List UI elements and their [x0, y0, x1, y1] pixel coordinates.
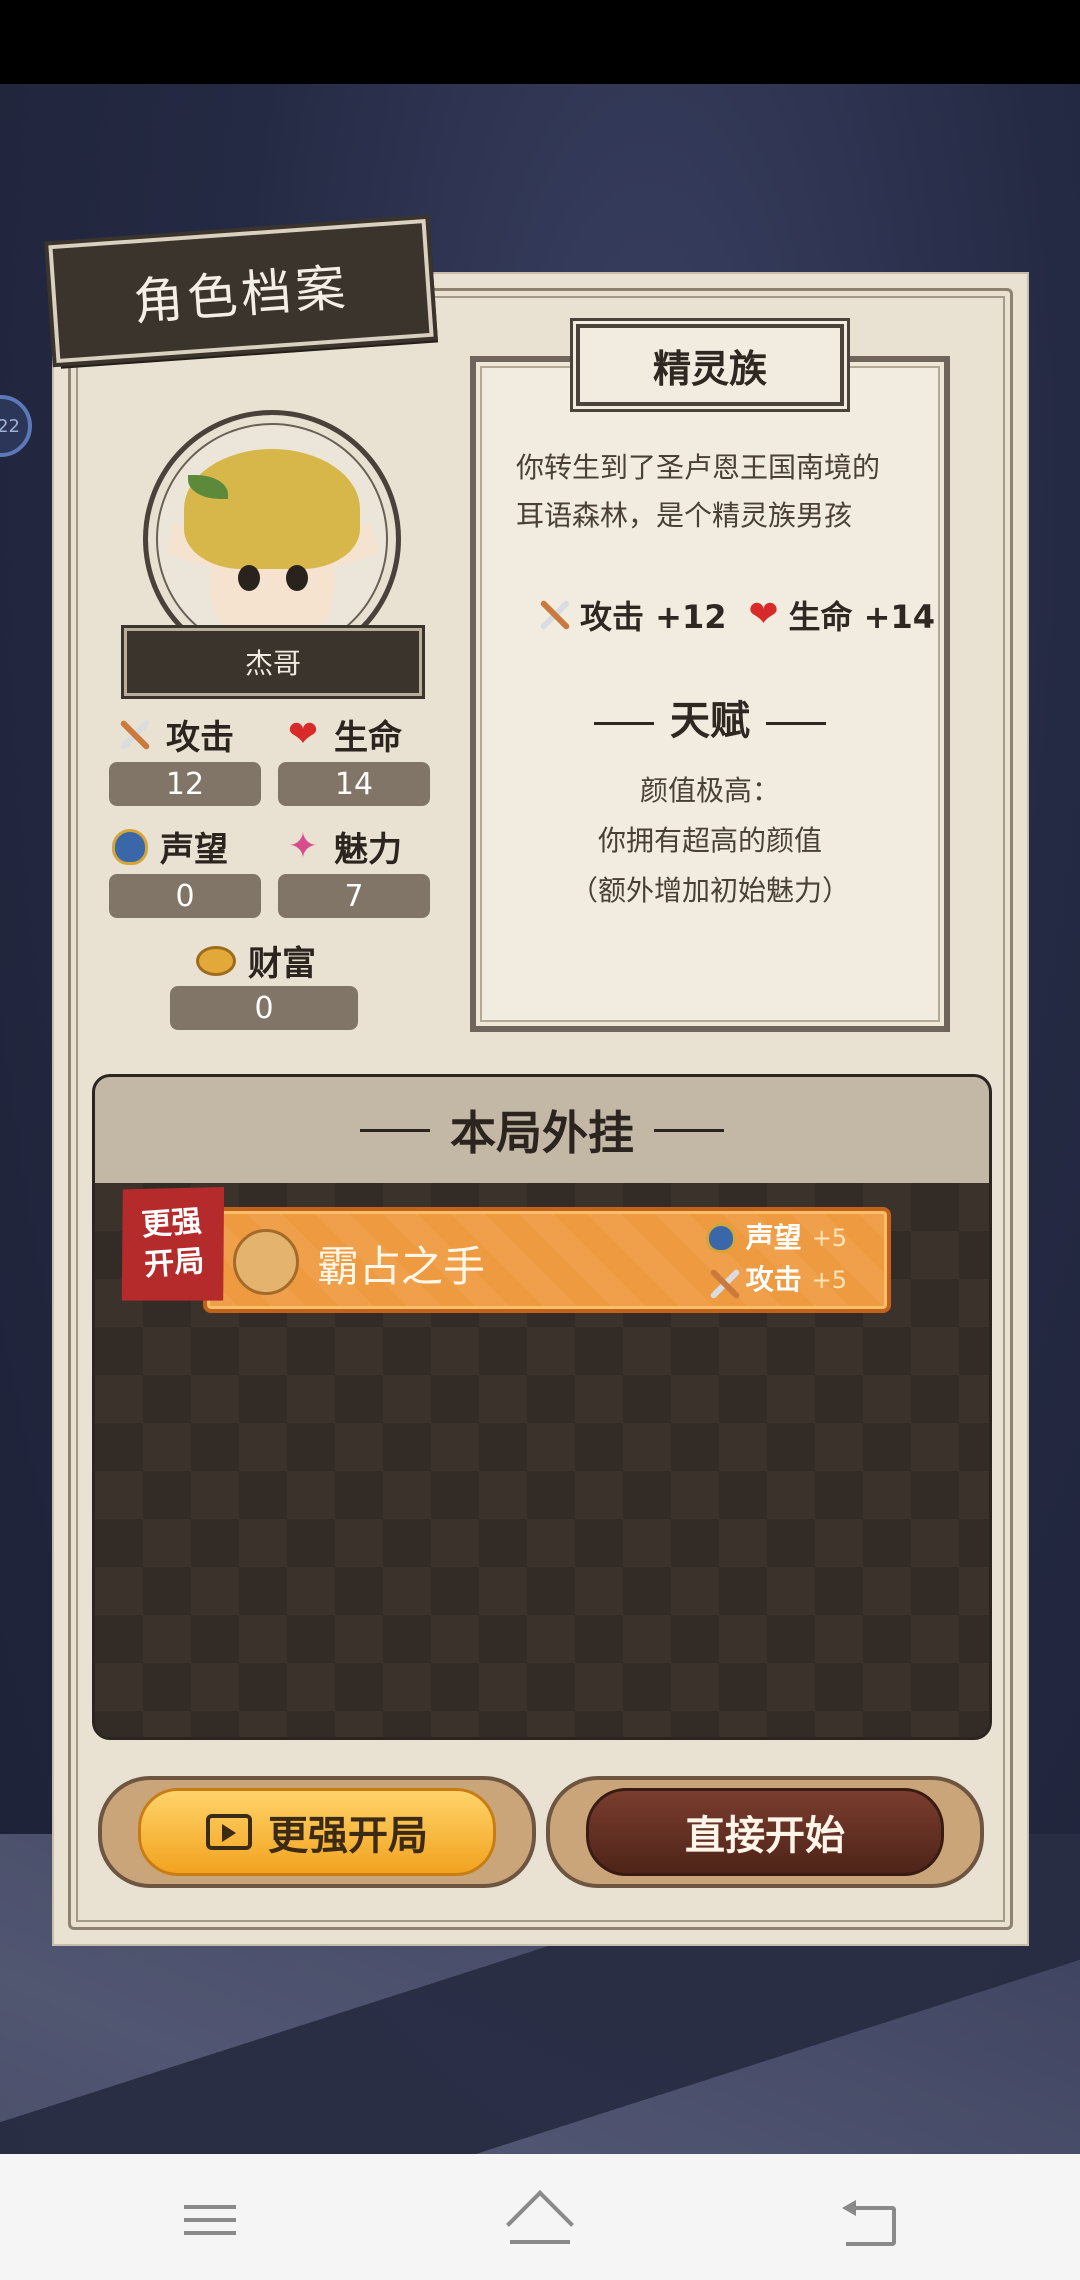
fist-icon: [233, 1229, 299, 1295]
divider: [594, 721, 654, 725]
direct-start-button[interactable]: 直接开始: [586, 1788, 944, 1876]
coin-icon: [196, 945, 236, 976]
talent-heading: 天赋: [476, 688, 944, 746]
cheat-effect-label: 攻击: [745, 1263, 802, 1296]
badge-icon: [705, 1223, 736, 1253]
stat-life-text: 生命: [334, 718, 402, 758]
cheat-heading: 本局外挂: [95, 1077, 989, 1183]
talent-heading-text: 天赋: [670, 698, 750, 744]
cheat-effect-row: 攻击 +5: [706, 1259, 847, 1301]
stronger-start-button[interactable]: 更强开局: [138, 1788, 496, 1876]
stat-reputation-text: 声望: [160, 830, 228, 870]
race-bonus: 攻击 +12 ❤ 生命 +14: [536, 592, 935, 638]
stronger-start-label: 更强开局: [268, 1813, 428, 1859]
badge-icon: [112, 828, 148, 865]
heart-icon: ❤: [748, 594, 779, 635]
cheat-effect-label: 声望: [745, 1221, 802, 1254]
cheat-panel: 本局外挂 霸占之手 声望 +5 攻击 +5: [92, 1074, 992, 1740]
direct-start-label: 直接开始: [685, 1813, 845, 1859]
cheat-effect-value: +5: [811, 1266, 847, 1294]
divider: [766, 721, 826, 725]
ribbon-line-2: 开局: [143, 1243, 206, 1284]
race-description: 你转生到了圣卢恩王国南境的 耳语森林，是个精灵族男孩: [516, 444, 916, 540]
race-description-line-1: 你转生到了圣卢恩王国南境的: [516, 451, 881, 484]
stat-charm-label: ✦ 魅力: [284, 822, 402, 871]
status-bar: [0, 0, 1080, 84]
stat-life-value: 14: [278, 762, 430, 806]
stat-wealth-label: 财富: [196, 936, 316, 985]
stat-life-label: ❤ 生命: [284, 710, 402, 759]
race-name: 精灵族: [576, 324, 844, 406]
race-bonus-attack: 攻击 +12: [580, 598, 727, 636]
cheat-effect-row: 声望 +5: [705, 1217, 847, 1259]
avatar-eye-right: [286, 565, 308, 591]
avatar-eye-left: [238, 565, 260, 591]
back-icon[interactable]: [840, 2198, 900, 2248]
talent-description: 颜值极高： 你拥有超高的颜值 （额外增加初始魅力）: [476, 766, 944, 916]
sparkle-icon: ✦: [287, 825, 319, 867]
crossed-swords-icon: [706, 1265, 736, 1295]
menu-icon[interactable]: [184, 2196, 244, 2246]
stronger-start-button-frame: 更强开局: [98, 1776, 536, 1888]
cheat-list: 霸占之手 声望 +5 攻击 +5: [95, 1183, 989, 1737]
talent-name: 颜值极高：: [639, 774, 780, 807]
crossed-swords-icon: [116, 716, 154, 754]
race-card: 精灵族 你转生到了圣卢恩王国南境的 耳语森林，是个精灵族男孩 攻击 +12 ❤ …: [470, 324, 950, 1032]
talent-desc: 你拥有超高的颜值: [597, 824, 822, 857]
race-description-line-2: 耳语森林，是个精灵族男孩: [516, 499, 853, 532]
stat-attack-label: 攻击: [116, 710, 234, 759]
stronger-start-ribbon: 更强 开局: [114, 1182, 232, 1307]
video-ad-icon: [206, 1814, 252, 1850]
stat-charm-text: 魅力: [334, 830, 402, 870]
cheat-item[interactable]: 霸占之手 声望 +5 攻击 +5: [203, 1207, 891, 1313]
stat-reputation-label: 声望: [112, 822, 228, 871]
direct-start-button-frame: 直接开始: [546, 1776, 984, 1888]
avatar-hair: [184, 449, 360, 569]
race-bonus-life: 生命 +14: [788, 598, 936, 636]
stat-attack-text: 攻击: [166, 718, 234, 758]
system-navigation-bar: [0, 2154, 1080, 2280]
cheat-item-name: 霸占之手: [317, 1242, 486, 1291]
stat-charm-value: 7: [278, 874, 430, 918]
stat-attack-value: 12: [109, 762, 261, 806]
stat-wealth-text: 财富: [248, 944, 316, 984]
stat-wealth-value: 0: [170, 986, 358, 1030]
cheat-item-effects: 声望 +5 攻击 +5: [705, 1217, 847, 1301]
stat-reputation-value: 0: [109, 874, 261, 918]
home-icon[interactable]: [506, 2200, 570, 2244]
crossed-swords-icon: [536, 596, 574, 634]
divider: [654, 1128, 724, 1132]
character-name: 杰哥: [124, 628, 422, 696]
heart-icon: ❤: [287, 713, 319, 755]
cheat-heading-text: 本局外挂: [450, 1106, 634, 1160]
cheat-effect-value: +5: [811, 1224, 847, 1252]
divider: [360, 1128, 430, 1132]
side-badge-text: 22: [0, 415, 20, 437]
talent-note: （额外增加初始魅力）: [569, 874, 850, 907]
